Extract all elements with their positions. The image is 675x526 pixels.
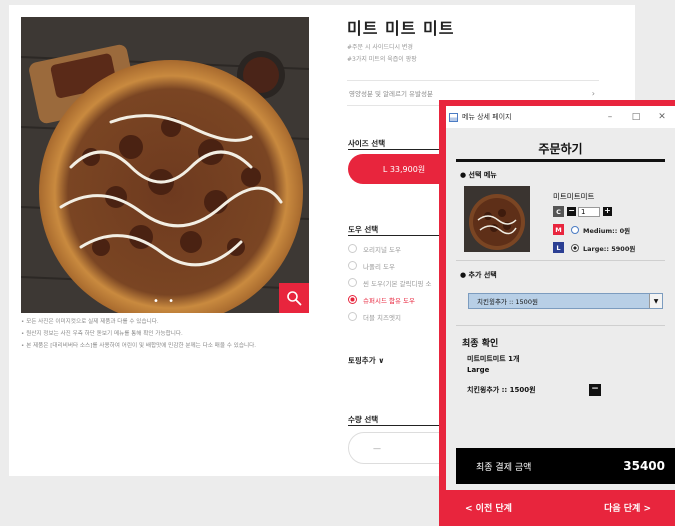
topping-dropdown[interactable]: 치킨윙추가 :: 1500원 ▼: [468, 293, 663, 309]
topping-selected-value: 치킨윙추가 :: 1500원: [477, 298, 538, 306]
order-window: 메뉴 상세 페이지 – □ ✕ 주문하기 ● 선택 메뉴 미트미트미트 C − …: [439, 100, 675, 526]
description-line: #주문 시 사이드디시 변경: [347, 44, 413, 51]
window-title: 메뉴 상세 페이지: [462, 113, 512, 121]
dough-option-label: 나폴리 도우: [363, 262, 395, 271]
description-line: #3가지 미트의 육즙이 팡팡: [347, 56, 417, 63]
note-line: • 모든 사진은 이미지컷으로 실제 제품과 다를 수 있습니다.: [21, 319, 159, 325]
radio-icon: [571, 226, 579, 234]
zoom-button[interactable]: [279, 283, 309, 313]
note-line: • 원산지 정보는 사진 우측 하단 돋보기 메뉴를 통해 확인 가능합니다.: [21, 331, 183, 337]
total-label: 최종 결제 금액: [476, 462, 532, 473]
quantity-section-label: 수량 선택: [348, 415, 379, 424]
menu-name: 미트미트미트: [553, 192, 595, 201]
prev-step-button[interactable]: < 이전 단계: [465, 501, 512, 514]
product-description: #주문 시 사이드디시 변경 #3가지 미트의 육즙이 팡팡: [347, 42, 417, 66]
radio-icon: [348, 278, 357, 287]
quantity-field[interactable]: 1: [578, 207, 600, 217]
dough-option[interactable]: 오리지널 도우: [348, 240, 432, 257]
size-large-label: Large:: 5900원: [583, 245, 636, 253]
radio-selected-icon: [571, 244, 579, 252]
maximize-icon[interactable]: □: [623, 112, 649, 122]
note-line: • 본 제품은 [대리비버타 소스]를 사용하여 어린이 및 배합맛에 민감한 …: [21, 343, 257, 349]
size-section-label: 사이즈 선택: [348, 139, 386, 148]
count-badge: C: [553, 206, 564, 217]
dough-option-label: 더블 치즈엣지: [363, 313, 401, 322]
quantity-increment-button[interactable]: +: [603, 207, 612, 216]
size-section-rule: [348, 149, 444, 150]
medium-badge: M: [553, 224, 564, 235]
size-large-radio[interactable]: Large:: 5900원: [571, 243, 635, 253]
product-notes: • 모든 사진은 이미지컷으로 실제 제품과 다를 수 있습니다. • 원산지 …: [21, 316, 321, 352]
minimize-icon[interactable]: –: [597, 112, 623, 122]
close-icon[interactable]: ✕: [649, 112, 675, 122]
pizza-photo: • •: [21, 17, 309, 313]
size-medium-radio[interactable]: Medium:: 0원: [571, 225, 630, 235]
dough-section-label: 도우 선택: [348, 225, 379, 234]
quantity-decrement-button[interactable]: −: [567, 207, 576, 216]
chevron-down-icon: ∨: [378, 356, 385, 365]
order-heading: 주문하기: [538, 142, 583, 156]
pizza-thumbnail-image: [464, 186, 530, 252]
product-title: 미트 미트 미트: [347, 19, 455, 38]
section-divider: [456, 260, 665, 261]
size-medium-label: Medium:: 0원: [583, 227, 631, 235]
selected-menu-label: ● 선택 메뉴: [460, 171, 497, 179]
topping-toggle[interactable]: 토핑추가 ∨: [348, 355, 384, 366]
quantity-section-rule: [348, 425, 444, 426]
large-badge: L: [553, 242, 564, 253]
window-titlebar[interactable]: 메뉴 상세 페이지 – □ ✕: [446, 106, 675, 128]
radio-icon: [348, 261, 357, 270]
confirm-extra: 치킨윙추가 :: 1500원: [467, 386, 536, 394]
magnifier-icon: [287, 291, 302, 306]
total-value: 35400: [623, 459, 665, 473]
dough-option-selected[interactable]: 슈퍼시드 함유 도우: [348, 291, 432, 308]
dough-option-label: 씬 도우(기본 갈릭디핑 소: [363, 279, 432, 288]
size-large-button[interactable]: L 33,900원: [348, 154, 448, 184]
confirm-size: Large: [467, 366, 490, 374]
quantity-stepper[interactable]: —: [348, 432, 444, 464]
radio-icon: [348, 295, 357, 304]
confirm-item: 미트미트미트 1개: [467, 355, 520, 363]
radio-icon: [348, 312, 357, 321]
dropdown-arrow-icon[interactable]: ▼: [649, 294, 662, 308]
remove-extra-button[interactable]: −: [589, 384, 601, 396]
dough-options: 오리지널 도우 나폴리 도우 씬 도우(기본 갈릭디핑 소 슈퍼시드 함유 도우…: [348, 240, 432, 325]
dough-option[interactable]: 나폴리 도우: [348, 257, 432, 274]
dough-option[interactable]: 씬 도우(기본 갈릭디핑 소: [348, 274, 432, 291]
section-divider: [456, 325, 665, 326]
menu-thumbnail: [464, 186, 530, 252]
carousel-dots[interactable]: • •: [21, 296, 309, 307]
order-panel: 주문하기 ● 선택 메뉴 미트미트미트 C − 1 + M Medium:: 0…: [446, 128, 675, 490]
nutrition-label: 영양성분 및 알레르기 유발성분: [349, 90, 433, 98]
radio-icon: [348, 244, 357, 253]
dough-option[interactable]: 더블 치즈엣지: [348, 308, 432, 325]
window-controls: – □ ✕: [597, 112, 675, 122]
heading-rule: [456, 159, 665, 162]
topping-label: 토핑추가: [348, 356, 376, 365]
dough-section-rule: [348, 235, 444, 236]
pizza-image: [21, 17, 309, 313]
total-bar: 최종 결제 금액 35400: [456, 448, 675, 484]
chevron-right-icon: ›: [591, 88, 595, 98]
next-step-button[interactable]: 다음 단계 >: [604, 501, 651, 514]
quantity-minus-button[interactable]: —: [373, 444, 381, 453]
java-app-icon: [449, 112, 458, 122]
dough-option-label: 오리지널 도우: [363, 245, 401, 254]
dough-option-label: 슈퍼시드 함유 도우: [363, 296, 415, 305]
extra-options-label: ● 추가 선택: [460, 271, 497, 279]
confirm-title: 최종 확인: [462, 339, 499, 349]
